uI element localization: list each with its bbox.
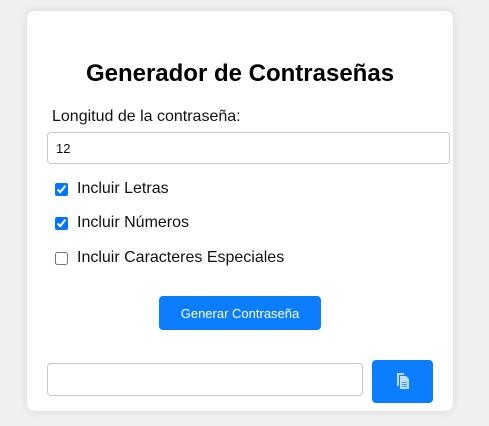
option-special-chars[interactable]: Incluir Caracteres Especiales (55, 249, 284, 267)
numbers-checkbox[interactable] (55, 216, 68, 230)
copy-button[interactable] (372, 360, 433, 403)
page-title: Generador de Contraseñas (85, 60, 395, 87)
option-letters[interactable]: Incluir Letras (55, 180, 169, 198)
password-result-field[interactable] (47, 363, 363, 396)
copy-icon (395, 372, 411, 390)
letters-label: Incluir Letras (77, 180, 169, 197)
letters-checkbox[interactable] (55, 182, 68, 196)
option-numbers[interactable]: Incluir Números (55, 214, 189, 232)
length-label: Longitud de la contraseña: (52, 108, 241, 125)
password-generator-card: Generador de Contraseñas Longitud de la … (27, 11, 453, 411)
numbers-label: Incluir Números (77, 214, 190, 231)
generate-button[interactable]: Generar Contraseña (159, 296, 321, 330)
special-chars-label: Incluir Caracteres Especiales (77, 249, 285, 266)
special-chars-checkbox[interactable] (55, 251, 68, 265)
length-input[interactable] (47, 132, 450, 164)
